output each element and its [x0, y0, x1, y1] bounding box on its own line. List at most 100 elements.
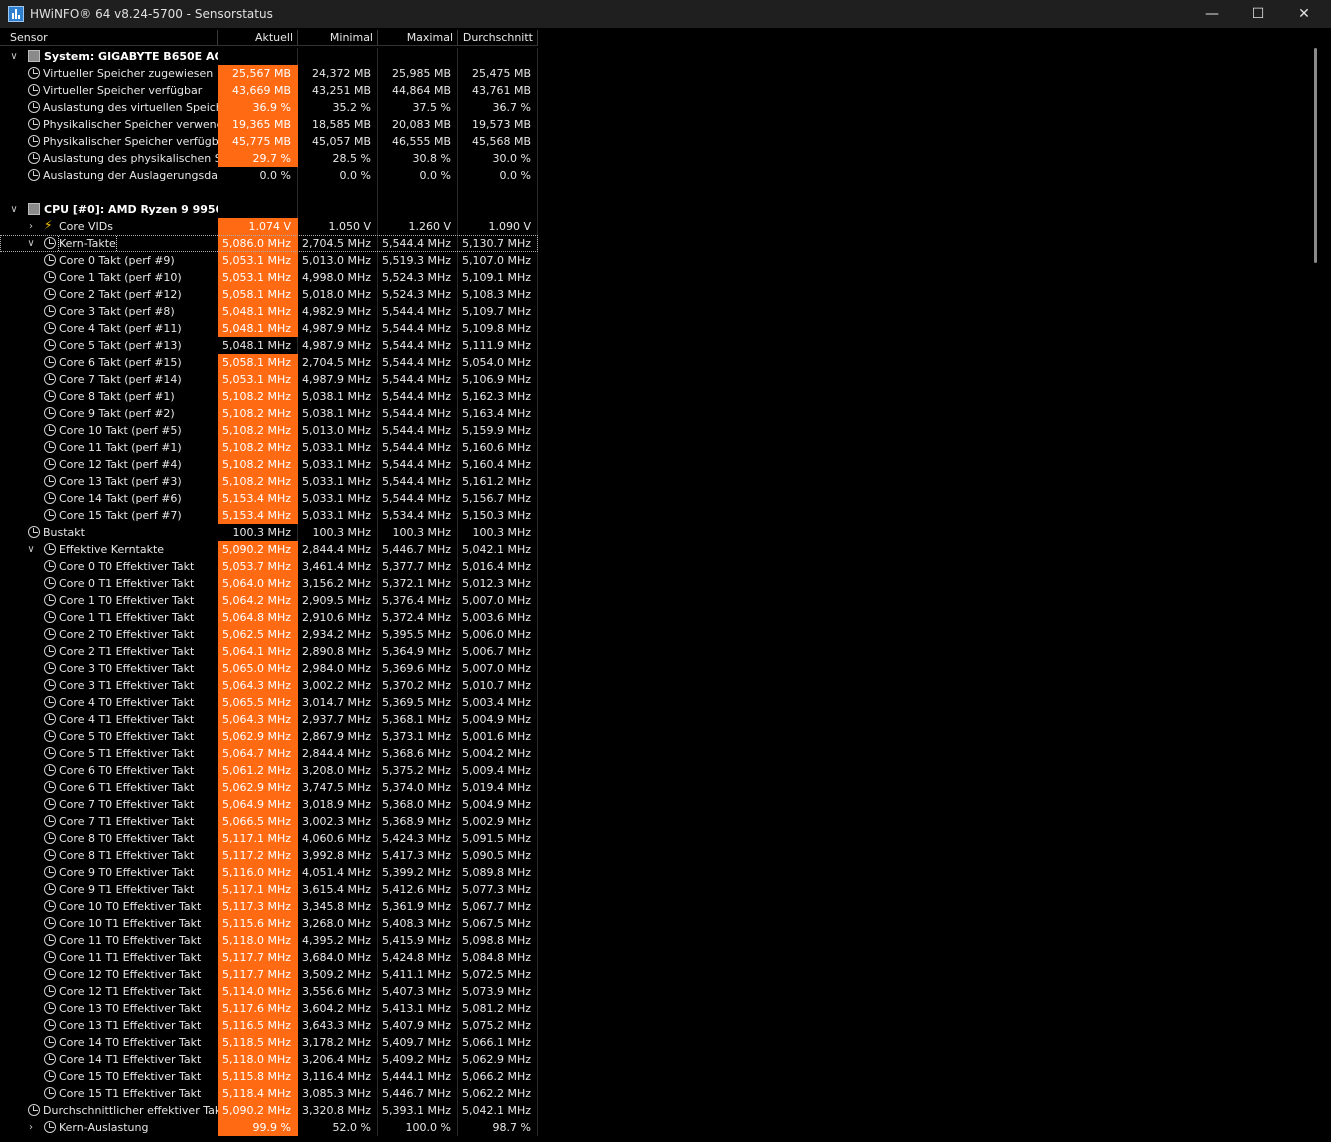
close-button[interactable]: ✕: [1281, 0, 1327, 28]
clock-icon: [44, 509, 56, 521]
column-header-average[interactable]: Durchschnitt: [458, 30, 538, 45]
clock-icon: [28, 84, 40, 96]
sensor-row[interactable]: › ⚡ Core VIDs 1.074 V 1.050 V 1.260 V 1.090 V: [0, 218, 538, 235]
column-header-current[interactable]: Aktuell: [218, 30, 298, 45]
expand-chevron-icon[interactable]: ›: [26, 1119, 36, 1136]
minimize-button[interactable]: —: [1189, 0, 1235, 28]
sensor-row[interactable]: Virtueller Speicher zugewiesen 25,567 MB 2…: [0, 65, 538, 82]
sensor-row[interactable]: Core 4 T1 Effektiver Takt 5,064.3 MHz 2,93…: [0, 711, 538, 728]
sensor-row[interactable]: Core 3 Takt (perf #8) 5,048.1 MHz 4,982.9 …: [0, 303, 538, 320]
minimum-value: 2,909.5 MHz: [298, 592, 378, 609]
maximum-value: 5,544.4 MHz: [378, 439, 458, 456]
sensor-name-cell: Core 15 T1 Effektiver Takt: [0, 1085, 218, 1102]
sensor-row[interactable]: Core 8 Takt (perf #1) 5,108.2 MHz 5,038.1 …: [0, 388, 538, 405]
sensor-row[interactable]: Core 14 Takt (perf #6) 5,153.4 MHz 5,033.1…: [0, 490, 538, 507]
minimum-value: 3,002.3 MHz: [298, 813, 378, 830]
sensor-row[interactable]: Core 6 T0 Effektiver Takt 5,061.2 MHz 3,20…: [0, 762, 538, 779]
average-value: 5,160.4 MHz: [458, 456, 538, 473]
sensor-row[interactable]: Core 2 T1 Effektiver Takt 5,064.1 MHz 2,89…: [0, 643, 538, 660]
sensor-group-row[interactable]: ∨ System: GIGABYTE B650E AORUS MASTER: [0, 48, 538, 65]
sensor-row[interactable]: Auslastung der Auslagerungsdatei 0.0 % 0.0…: [0, 167, 538, 184]
maximize-button[interactable]: ☐: [1235, 0, 1281, 28]
sensor-row[interactable]: Physikalischer Speicher verwendet 19,365 …: [0, 116, 538, 133]
collapse-chevron-icon[interactable]: ∨: [26, 541, 36, 558]
sensor-label: Core 13 T1 Effektiver Takt: [59, 1019, 202, 1032]
sensor-row[interactable]: Core 0 T0 Effektiver Takt 5,053.7 MHz 3,46…: [0, 558, 538, 575]
column-header-minimum[interactable]: Minimal: [298, 30, 378, 45]
sensor-row[interactable]: Core 1 T1 Effektiver Takt 5,064.8 MHz 2,91…: [0, 609, 538, 626]
sensor-row[interactable]: Core 13 T1 Effektiver Takt 5,116.5 MHz 3,6…: [0, 1017, 538, 1034]
sensor-name-cell: › ⚡ Core VIDs: [0, 218, 218, 235]
sensor-row[interactable]: Core 10 T0 Effektiver Takt 5,117.3 MHz 3,3…: [0, 898, 538, 915]
sensor-row[interactable]: Virtueller Speicher verfügbar 43,669 MB 43…: [0, 82, 538, 99]
sensor-row[interactable]: Core 14 T1 Effektiver Takt 5,118.0 MHz 3,2…: [0, 1051, 538, 1068]
sensor-row[interactable]: Core 7 T0 Effektiver Takt 5,064.9 MHz 3,01…: [0, 796, 538, 813]
sensor-row[interactable]: Core 9 Takt (perf #2) 5,108.2 MHz 5,038.1 …: [0, 405, 538, 422]
sensor-name-cell: Core 7 Takt (perf #14): [0, 371, 218, 388]
maximum-value: 5,374.0 MHz: [378, 779, 458, 796]
sensor-row[interactable]: Core 7 T1 Effektiver Takt 5,066.5 MHz 3,00…: [0, 813, 538, 830]
sensor-name-cell: Core 3 T1 Effektiver Takt: [0, 677, 218, 694]
sensor-row[interactable]: Core 15 T0 Effektiver Takt 5,115.8 MHz 3,1…: [0, 1068, 538, 1085]
collapse-chevron-icon[interactable]: ∨: [9, 201, 19, 218]
sensor-row[interactable]: Core 0 Takt (perf #9) 5,053.1 MHz 5,013.0 …: [0, 252, 538, 269]
average-value: 5,004.2 MHz: [458, 745, 538, 762]
sensor-row[interactable]: ∨ Effektive Kerntakte 5,090.2 MHz 2,844.4 M…: [0, 541, 538, 558]
sensor-row[interactable]: Auslastung des physikalischen Sp...29.7 …: [0, 150, 538, 167]
sensor-row[interactable]: Core 12 Takt (perf #4) 5,108.2 MHz 5,033.1…: [0, 456, 538, 473]
sensor-row[interactable]: Core 5 T0 Effektiver Takt 5,062.9 MHz 2,86…: [0, 728, 538, 745]
sensor-row[interactable]: Core 11 T0 Effektiver Takt 5,118.0 MHz 4,3…: [0, 932, 538, 949]
sensor-row[interactable]: Durchschnittlicher effektiver Takt 5,090.…: [0, 1102, 538, 1119]
sensor-row[interactable]: Core 1 Takt (perf #10) 5,053.1 MHz 4,998.0…: [0, 269, 538, 286]
minimum-value: 4,987.9 MHz: [298, 371, 378, 388]
column-header-maximum[interactable]: Maximal: [378, 30, 458, 45]
vertical-scrollbar[interactable]: [1306, 48, 1320, 1142]
sensor-row[interactable]: Core 4 Takt (perf #11) 5,048.1 MHz 4,987.9…: [0, 320, 538, 337]
sensor-row[interactable]: Core 2 T0 Effektiver Takt 5,062.5 MHz 2,93…: [0, 626, 538, 643]
sensor-row[interactable]: Core 11 Takt (perf #1) 5,108.2 MHz 5,033.1…: [0, 439, 538, 456]
sensor-row[interactable]: Physikalischer Speicher verfügbar 45,775 …: [0, 133, 538, 150]
sensor-row[interactable]: Core 5 Takt (perf #13) 5,048.1 MHz 4,987.9…: [0, 337, 538, 354]
sensor-row[interactable]: Core 9 T0 Effektiver Takt 5,116.0 MHz 4,05…: [0, 864, 538, 881]
maximum-value: 5,544.4 MHz: [378, 354, 458, 371]
sensor-group-row[interactable]: ∨ CPU [#0]: AMD Ryzen 9 9950X3D: [0, 201, 538, 218]
sensor-row[interactable]: Bustakt 100.3 MHz 100.3 MHz 100.3 MHz 100.3 …: [0, 524, 538, 541]
scrollbar-thumb[interactable]: [1314, 48, 1317, 263]
sensor-row[interactable]: Auslastung des virtuellen Speichers36.9 …: [0, 99, 538, 116]
minimum-value: 2,704.5 MHz: [298, 235, 378, 252]
sensor-row[interactable]: Core 9 T1 Effektiver Takt 5,117.1 MHz 3,61…: [0, 881, 538, 898]
sensor-row[interactable]: Core 1 T0 Effektiver Takt 5,064.2 MHz 2,90…: [0, 592, 538, 609]
sensor-row[interactable]: Core 0 T1 Effektiver Takt 5,064.0 MHz 3,15…: [0, 575, 538, 592]
sensor-row[interactable]: Core 3 T0 Effektiver Takt 5,065.0 MHz 2,98…: [0, 660, 538, 677]
sensor-row[interactable]: Core 2 Takt (perf #12) 5,058.1 MHz 5,018.0…: [0, 286, 538, 303]
sensor-row[interactable]: Core 13 T0 Effektiver Takt 5,117.6 MHz 3,6…: [0, 1000, 538, 1017]
sensor-row[interactable]: ∨ Kern-Takte 5,086.0 MHz 2,704.5 MHz 5,544.4…: [0, 235, 538, 252]
sensor-row[interactable]: Core 8 T1 Effektiver Takt 5,117.2 MHz 3,99…: [0, 847, 538, 864]
sensor-row[interactable]: Core 12 T0 Effektiver Takt 5,117.7 MHz 3,5…: [0, 966, 538, 983]
average-value: 5,054.0 MHz: [458, 354, 538, 371]
clock-icon: [44, 781, 56, 793]
sensor-row[interactable]: Core 8 T0 Effektiver Takt 5,117.1 MHz 4,06…: [0, 830, 538, 847]
sensor-row[interactable]: Core 13 Takt (perf #3) 5,108.2 MHz 5,033.1…: [0, 473, 538, 490]
sensor-row[interactable]: Core 5 T1 Effektiver Takt 5,064.7 MHz 2,84…: [0, 745, 538, 762]
sensor-row[interactable]: › Kern-Auslastung 99.9 % 52.0 % 100.0 % 98.7 …: [0, 1119, 538, 1136]
sensor-row[interactable]: Core 15 Takt (perf #7) 5,153.4 MHz 5,033.1…: [0, 507, 538, 524]
sensor-row[interactable]: Core 7 Takt (perf #14) 5,053.1 MHz 4,987.9…: [0, 371, 538, 388]
sensor-row[interactable]: Core 6 T1 Effektiver Takt 5,062.9 MHz 3,74…: [0, 779, 538, 796]
collapse-chevron-icon[interactable]: ∨: [26, 235, 36, 252]
collapse-chevron-icon[interactable]: ∨: [9, 48, 19, 65]
column-header-sensor[interactable]: Sensor: [0, 30, 218, 45]
window-title: HWiNFO® 64 v8.24-5700 - Sensorstatus: [30, 7, 273, 21]
sensor-row[interactable]: Core 11 T1 Effektiver Takt 5,117.7 MHz 3,6…: [0, 949, 538, 966]
sensor-row[interactable]: Core 4 T0 Effektiver Takt 5,065.5 MHz 3,01…: [0, 694, 538, 711]
sensor-row[interactable]: Core 10 T1 Effektiver Takt 5,115.6 MHz 3,2…: [0, 915, 538, 932]
minimum-value: 5,038.1 MHz: [298, 405, 378, 422]
sensor-row[interactable]: Core 3 T1 Effektiver Takt 5,064.3 MHz 3,00…: [0, 677, 538, 694]
sensor-row[interactable]: Core 6 Takt (perf #15) 5,058.1 MHz 2,704.5…: [0, 354, 538, 371]
sensor-row[interactable]: Core 15 T1 Effektiver Takt 5,118.4 MHz 3,0…: [0, 1085, 538, 1102]
sensor-row[interactable]: Core 14 T0 Effektiver Takt 5,118.5 MHz 3,1…: [0, 1034, 538, 1051]
expand-chevron-icon[interactable]: ›: [26, 218, 36, 235]
sensor-row[interactable]: Core 12 T1 Effektiver Takt 5,114.0 MHz 3,5…: [0, 983, 538, 1000]
sensor-row[interactable]: Core 10 Takt (perf #5) 5,108.2 MHz 5,013.0…: [0, 422, 538, 439]
average-value: 5,109.8 MHz: [458, 320, 538, 337]
